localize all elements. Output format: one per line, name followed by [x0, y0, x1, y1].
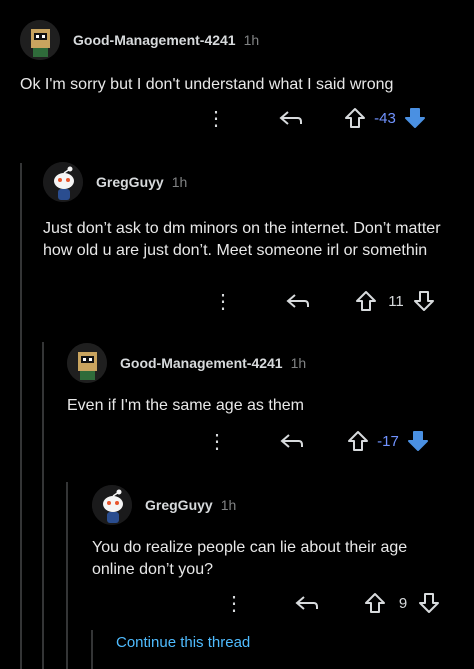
timestamp: 1h	[220, 497, 237, 513]
timestamp: 1h	[171, 174, 188, 190]
comment-body: Ok I'm sorry but I don't understand what…	[20, 76, 394, 93]
comment-actions: ⋮ -17	[207, 426, 429, 456]
continue-thread-link[interactable]: Continue this thread	[116, 634, 250, 651]
avatar[interactable]	[92, 485, 132, 525]
reply-icon[interactable]	[285, 291, 311, 311]
timestamp: 1h	[290, 355, 307, 371]
reply-icon[interactable]	[294, 593, 320, 613]
username[interactable]: GregGuyy	[145, 497, 213, 513]
downvote-icon[interactable]	[418, 592, 440, 614]
vote-score: 11	[388, 292, 404, 310]
timestamp: 1h	[243, 32, 260, 48]
username[interactable]: Good-Management-4241	[73, 32, 236, 48]
upvote-icon[interactable]	[364, 592, 386, 614]
reply-icon[interactable]	[279, 431, 305, 451]
upvote-icon[interactable]	[347, 430, 369, 452]
thread-line-level-4[interactable]	[91, 630, 93, 669]
snoo-avatar-icon	[43, 162, 83, 202]
comment-header: Good-Management-4241 1h	[20, 20, 474, 60]
thread-line-level-2[interactable]	[42, 342, 44, 669]
comment-body: Just don’t ask to dm minors on the inter…	[43, 220, 441, 259]
avatar[interactable]	[43, 162, 83, 202]
downvote-icon[interactable]	[404, 107, 426, 129]
comment: GregGuyy 1h Just don’t ask to dm minors …	[43, 162, 474, 262]
avatar[interactable]	[67, 343, 107, 383]
box-head-avatar-icon	[20, 20, 60, 60]
avatar[interactable]	[20, 20, 60, 60]
upvote-icon[interactable]	[355, 290, 377, 312]
downvote-icon[interactable]	[413, 290, 435, 312]
comment-actions: ⋮ 9	[224, 588, 440, 618]
comment: GregGuyy 1h You do realize people can li…	[92, 485, 474, 581]
comment: Good-Management-4241 1h Even if I'm the …	[67, 343, 474, 417]
comment-body: You do realize people can lie about thei…	[92, 539, 408, 578]
vote-score: -43	[374, 109, 396, 127]
more-icon[interactable]: ⋮	[207, 429, 227, 454]
comment-header: GregGuyy 1h	[43, 162, 474, 202]
snoo-avatar-icon	[92, 485, 132, 525]
more-icon[interactable]: ⋮	[213, 289, 233, 314]
thread-line-level-3[interactable]	[66, 482, 68, 669]
comment-header: GregGuyy 1h	[92, 485, 474, 525]
upvote-icon[interactable]	[344, 107, 366, 129]
comment-actions: ⋮ -43	[206, 103, 426, 133]
more-icon[interactable]: ⋮	[206, 106, 226, 131]
username[interactable]: Good-Management-4241	[120, 355, 283, 371]
more-icon[interactable]: ⋮	[224, 591, 244, 616]
username[interactable]: GregGuyy	[96, 174, 164, 190]
comment-actions: ⋮ 11	[213, 286, 435, 316]
thread-line-level-1[interactable]	[20, 163, 22, 669]
vote-score: 9	[398, 594, 408, 612]
box-head-avatar-icon	[67, 343, 107, 383]
reply-icon[interactable]	[278, 108, 304, 128]
downvote-icon[interactable]	[407, 430, 429, 452]
comment-header: Good-Management-4241 1h	[67, 343, 474, 383]
comment: Good-Management-4241 1h Ok I'm sorry but…	[20, 20, 474, 96]
vote-score: -17	[377, 432, 399, 450]
comment-body: Even if I'm the same age as them	[67, 397, 304, 414]
